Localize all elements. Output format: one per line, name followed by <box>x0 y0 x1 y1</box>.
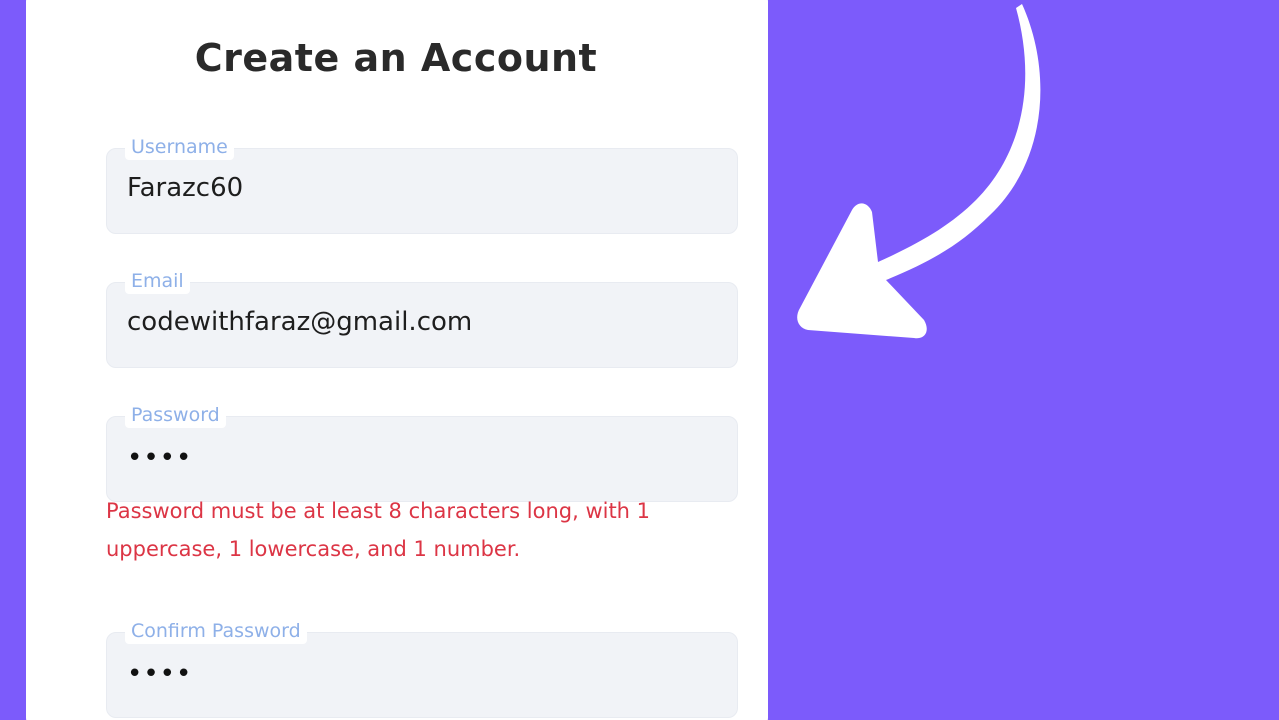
confirm-password-label: Confirm Password <box>125 618 307 644</box>
username-value[interactable]: Farazc60 <box>127 173 243 203</box>
username-field[interactable]: Username Farazc60 <box>106 134 738 234</box>
confirm-password-field[interactable]: Confirm Password •••• <box>106 618 738 718</box>
signup-card: Create an Account Username Farazc60 Emai… <box>26 0 768 720</box>
email-field[interactable]: Email codewithfaraz@gmail.com <box>106 268 738 368</box>
username-label: Username <box>125 134 234 160</box>
password-error-message: Password must be at least 8 characters l… <box>106 499 651 561</box>
page-title: Create an Account <box>194 36 598 80</box>
email-label: Email <box>125 268 190 294</box>
email-value[interactable]: codewithfaraz@gmail.com <box>127 307 472 337</box>
password-label: Password <box>125 402 226 428</box>
confirm-password-value[interactable]: •••• <box>127 659 192 689</box>
curved-arrow-icon <box>797 4 1041 339</box>
password-field[interactable]: Password •••• <box>106 402 738 502</box>
password-value[interactable]: •••• <box>127 443 192 473</box>
